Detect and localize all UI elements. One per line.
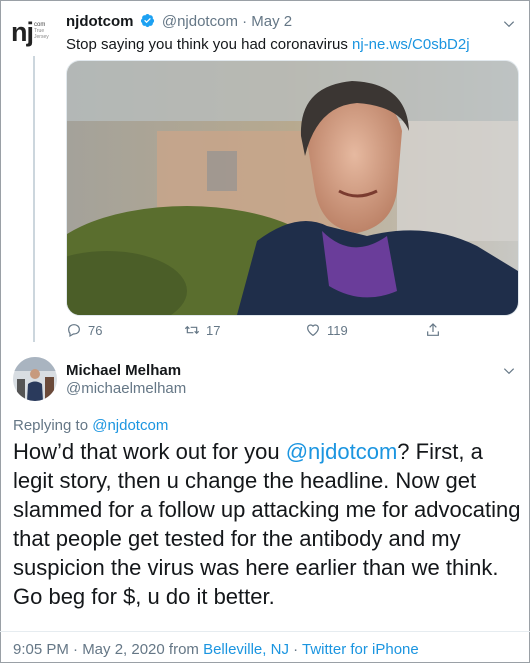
like-action[interactable]: 119 bbox=[305, 322, 348, 338]
meta-divider bbox=[0, 631, 530, 632]
reply-count: 76 bbox=[88, 322, 103, 338]
share-action[interactable] bbox=[425, 322, 441, 338]
body-text-line2: Go beg for $, u do it better. bbox=[13, 584, 275, 609]
retweet-count: 17 bbox=[206, 322, 221, 338]
like-icon bbox=[307, 324, 319, 337]
tweet-media-photo[interactable] bbox=[66, 60, 519, 316]
chevron-down-icon[interactable] bbox=[502, 17, 516, 31]
parent-tweet-actions: 76 17 119 bbox=[66, 322, 486, 342]
header-separator: · bbox=[242, 13, 248, 30]
chevron-down-icon[interactable] bbox=[502, 364, 516, 378]
replying-handle-link[interactable]: @njdotcom bbox=[92, 417, 168, 434]
njdotcom-avatar[interactable]: nj com True Jersey bbox=[11, 19, 55, 49]
tweet-timestamp[interactable]: 9:05 PM · May 2, 2020 from bbox=[13, 641, 203, 658]
michael-melham-avatar[interactable] bbox=[13, 357, 57, 401]
avatar-photo bbox=[13, 357, 57, 401]
retweet-action[interactable]: 17 bbox=[184, 322, 220, 338]
main-tweet-body: How’d that work out for you @njdotcom? F… bbox=[13, 437, 528, 611]
body-text-pre: How’d that work out for you bbox=[13, 439, 286, 464]
parent-display-name[interactable]: njdotcom bbox=[66, 13, 134, 30]
tweet-meta: 9:05 PM · May 2, 2020 from Belleville, N… bbox=[13, 641, 419, 658]
parent-date[interactable]: May 2 bbox=[251, 13, 292, 30]
parent-tweet-header: njdotcom @njdotcom · May 2 bbox=[66, 13, 292, 30]
replying-to: Replying to @njdotcom bbox=[13, 417, 168, 434]
verified-badge-icon bbox=[140, 13, 154, 28]
parent-tweet-body: Stop saying you think you had coronaviru… bbox=[66, 36, 353, 53]
meta-separator: · bbox=[288, 641, 303, 658]
body-mention-link[interactable]: @njdotcom bbox=[286, 439, 398, 464]
avatar-logo-small: com True Jersey bbox=[34, 22, 49, 40]
tweet-source-link[interactable]: Twitter for iPhone bbox=[302, 641, 419, 658]
reply-icon bbox=[68, 324, 80, 338]
replying-label: Replying to bbox=[13, 417, 93, 434]
photo-illustration bbox=[67, 61, 518, 315]
parent-tweet-link[interactable]: nj-ne.ws/C0sbD2j bbox=[352, 36, 470, 53]
parent-handle[interactable]: @njdotcom bbox=[162, 13, 238, 30]
reply-action[interactable]: 76 bbox=[66, 322, 102, 338]
retweet-icon bbox=[184, 325, 200, 335]
parent-tweet-text: Stop saying you think you had coronaviru… bbox=[66, 36, 470, 53]
share-icon bbox=[427, 323, 439, 336]
main-handle[interactable]: @michaelmelham bbox=[66, 380, 186, 397]
like-count: 119 bbox=[327, 322, 348, 338]
avatar-logo-letters: nj bbox=[11, 17, 34, 47]
thread-connector-line bbox=[33, 56, 35, 342]
tweet-location-link[interactable]: Belleville, NJ bbox=[203, 641, 289, 658]
main-display-name[interactable]: Michael Melham bbox=[66, 362, 181, 379]
